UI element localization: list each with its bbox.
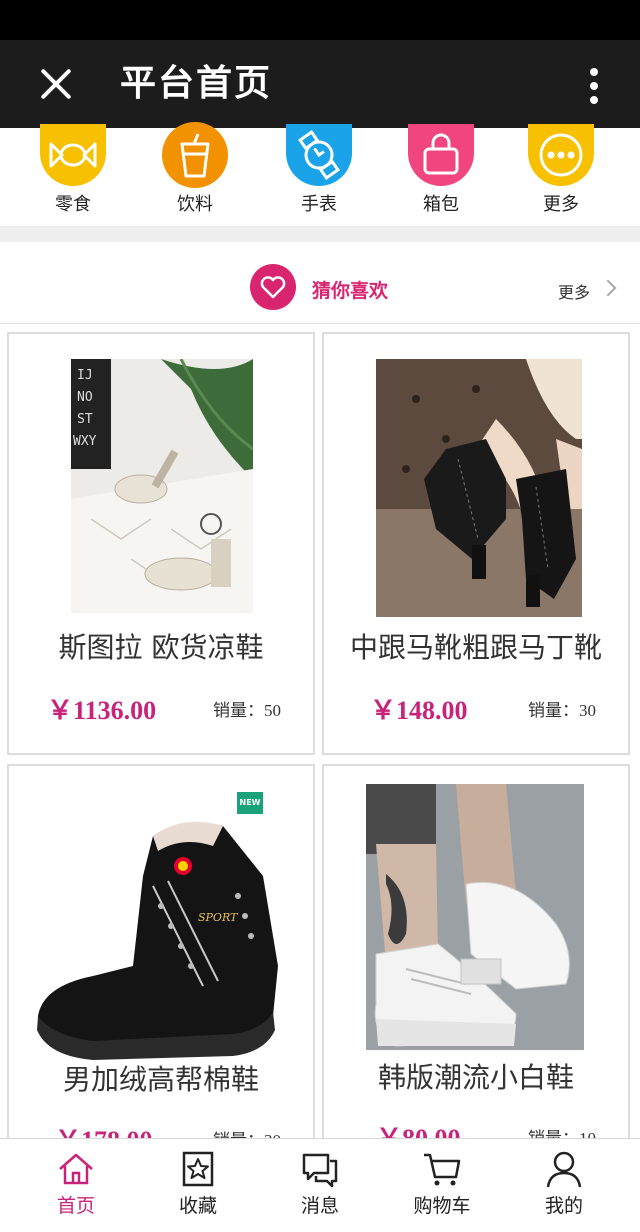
- product-card[interactable]: IJ NO ST WXY 斯图拉 欧货凉鞋 ￥1136.00 销量：50: [7, 332, 315, 755]
- star-bookmark-icon: [178, 1149, 218, 1189]
- tab-label: 收藏: [178, 1195, 217, 1217]
- product-name: 韩版潮流小白鞋: [377, 1061, 574, 1094]
- page-title: 平台首页: [120, 63, 273, 104]
- product-price: ￥148.00: [370, 696, 468, 725]
- tab-label: 购物车: [413, 1195, 471, 1217]
- tab-label: 我的: [544, 1195, 583, 1217]
- svg-text:IJ: IJ: [77, 368, 93, 383]
- product-card[interactable]: NEW SPORT 男加绒高帮棉鞋 ￥178.00 销量：30: [7, 764, 315, 1184]
- product-card[interactable]: 中跟马靴粗跟马丁靴 ￥148.00 销量：30: [322, 332, 630, 755]
- drink-cup-icon: [162, 122, 228, 188]
- category-label: 箱包: [423, 194, 459, 215]
- product-name: 斯图拉 欧货凉鞋: [58, 631, 264, 664]
- product-card[interactable]: 韩版潮流小白鞋 ￥80.00 销量：10: [322, 764, 630, 1184]
- product-image: [376, 359, 582, 617]
- product-name: 中跟马靴粗跟马丁靴: [349, 631, 602, 664]
- category-row: 零食 饮料 手表 箱包 更多: [0, 122, 640, 228]
- category-label: 更多: [543, 194, 579, 215]
- bottom-tab-bar: 首页 收藏 消息 购物车 我的: [0, 1138, 640, 1231]
- svg-text:ST: ST: [77, 412, 93, 427]
- section-title: 猜你喜欢: [312, 280, 389, 302]
- tab-label: 消息: [300, 1195, 339, 1217]
- close-icon[interactable]: [34, 62, 78, 106]
- category-drinks[interactable]: 饮料: [150, 122, 240, 228]
- product-price: ￥1136.00: [47, 696, 157, 725]
- product-image: SPORT: [33, 816, 293, 1062]
- cart-icon: [422, 1149, 462, 1189]
- svg-text:WXY: WXY: [73, 434, 97, 449]
- candy-icon: [40, 124, 106, 186]
- more-dots-icon: [528, 124, 594, 186]
- chevron-right-icon[interactable]: [599, 279, 617, 297]
- svg-text:NO: NO: [77, 390, 93, 405]
- product-image: IJ NO ST WXY: [71, 359, 253, 613]
- category-more[interactable]: 更多: [516, 124, 606, 228]
- svg-text:SPORT: SPORT: [198, 911, 239, 924]
- status-bar: [0, 0, 640, 40]
- message-icon: [300, 1149, 340, 1189]
- new-badge: NEW: [237, 792, 263, 814]
- tab-profile[interactable]: 我的: [500, 1139, 628, 1232]
- tab-label: 首页: [56, 1195, 95, 1217]
- section-divider: [0, 226, 640, 242]
- tab-cart[interactable]: 购物车: [378, 1139, 506, 1232]
- sales-count: 销量：30: [528, 701, 596, 721]
- user-icon: [544, 1149, 584, 1189]
- category-label: 饮料: [177, 194, 213, 215]
- product-image: [366, 784, 584, 1050]
- title-bar: 平台首页: [0, 40, 640, 128]
- more-link[interactable]: 更多: [558, 279, 590, 303]
- tab-messages[interactable]: 消息: [256, 1139, 384, 1232]
- sales-count: 销量：50: [213, 701, 281, 721]
- guess-you-like-header: 猜你喜欢 更多: [0, 242, 640, 324]
- home-icon: [56, 1149, 96, 1189]
- handbag-icon: [408, 124, 474, 186]
- category-label: 零食: [55, 194, 91, 215]
- product-name: 男加绒高帮棉鞋: [62, 1063, 259, 1096]
- category-watches[interactable]: 手表: [274, 124, 364, 228]
- category-label: 手表: [301, 194, 337, 215]
- watch-icon: [286, 124, 352, 186]
- category-bags[interactable]: 箱包: [396, 124, 486, 228]
- tab-home[interactable]: 首页: [12, 1139, 140, 1232]
- category-snacks[interactable]: 零食: [28, 124, 118, 228]
- tab-favorites[interactable]: 收藏: [134, 1139, 262, 1232]
- heart-icon: [250, 264, 296, 310]
- more-menu-icon[interactable]: [580, 64, 608, 108]
